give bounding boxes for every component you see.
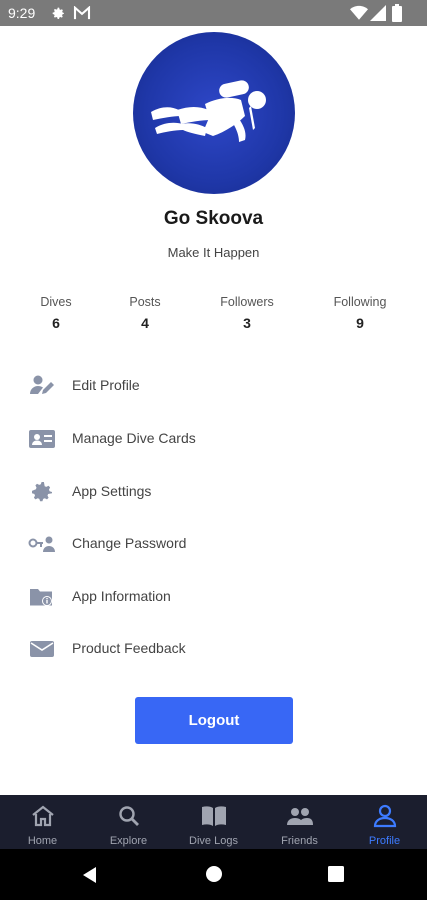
menu-manage-dive-cards[interactable]: Manage Dive Cards	[0, 419, 427, 459]
menu-label: Change Password	[72, 535, 187, 551]
profile-name: Go Skoova	[163, 208, 264, 229]
person-icon	[373, 804, 397, 828]
avatar[interactable]	[133, 32, 295, 194]
logout-button[interactable]: Logout	[135, 697, 293, 744]
stat-value: 4	[141, 315, 149, 331]
gear-icon	[52, 7, 64, 19]
system-nav-bar	[0, 849, 427, 900]
nav-label: Home	[27, 835, 58, 847]
stat-label: Dives	[40, 295, 72, 309]
gmail-icon	[73, 6, 91, 20]
gear-icon	[32, 482, 52, 502]
signal-icon	[370, 5, 386, 21]
stat-following[interactable]: Following 9	[315, 295, 405, 331]
stat-value: 6	[52, 315, 60, 331]
wifi-icon	[350, 5, 368, 20]
id-card-icon	[29, 430, 55, 448]
stat-posts[interactable]: Posts 4	[100, 295, 190, 331]
status-time: 9:29	[8, 5, 36, 21]
home-icon	[32, 805, 54, 827]
menu-label: App Information	[72, 588, 171, 604]
nav-profile[interactable]: Profile	[342, 795, 427, 849]
stat-label: Posts	[129, 295, 161, 309]
friends-icon	[287, 808, 313, 825]
menu-change-password[interactable]: Change Password	[0, 524, 427, 564]
stat-followers[interactable]: Followers 3	[202, 295, 292, 331]
nav-label: Profile	[368, 835, 401, 847]
menu-label: Product Feedback	[72, 640, 186, 656]
recents-icon[interactable]	[328, 866, 344, 882]
nav-label: Dive Logs	[189, 835, 238, 847]
search-icon	[119, 806, 139, 826]
edit-profile-icon	[30, 375, 54, 394]
nav-friends[interactable]: Friends	[257, 795, 342, 849]
menu-app-settings[interactable]: App Settings	[0, 472, 427, 512]
nav-label: Explore	[109, 835, 148, 847]
scuba-diver-icon	[151, 80, 266, 142]
battery-icon	[392, 4, 402, 22]
stat-value: 3	[243, 315, 251, 331]
home-circle-icon[interactable]	[205, 865, 223, 883]
nav-dive-logs[interactable]: Dive Logs	[171, 795, 256, 849]
menu-app-information[interactable]: App Information	[0, 577, 427, 617]
nav-home[interactable]: Home	[0, 795, 85, 849]
bottom-nav: Home Explore Dive Logs Friends Profile	[0, 795, 427, 849]
stat-value: 9	[356, 315, 364, 331]
nav-label: Friends	[281, 835, 318, 847]
menu-product-feedback[interactable]: Product Feedback	[0, 629, 427, 669]
status-bar: 9:29	[0, 0, 427, 26]
envelope-icon	[30, 641, 54, 657]
menu-label: Manage Dive Cards	[72, 430, 196, 446]
book-icon	[202, 806, 226, 826]
stat-dives[interactable]: Dives 6	[11, 295, 101, 331]
info-folder-icon	[30, 589, 52, 606]
profile-motto: Make It Happen	[167, 245, 260, 260]
menu-edit-profile[interactable]: Edit Profile	[0, 366, 427, 406]
stat-label: Following	[333, 295, 387, 309]
back-icon[interactable]	[80, 865, 100, 885]
menu-label: Edit Profile	[72, 377, 140, 393]
stat-label: Followers	[220, 295, 274, 309]
menu-label: App Settings	[72, 483, 152, 499]
nav-explore[interactable]: Explore	[86, 795, 171, 849]
key-person-icon	[28, 536, 55, 552]
